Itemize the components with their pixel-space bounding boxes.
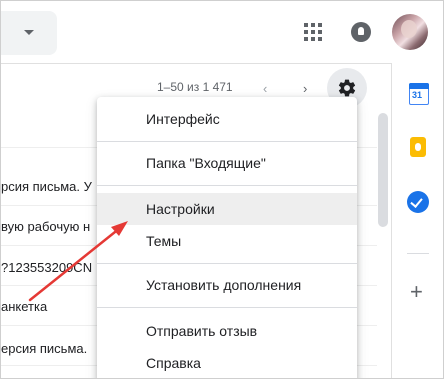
settings-menu: Интерфейс Папка "Входящие" Настройки Тем… [97,97,357,378]
tasks-icon[interactable] [407,191,429,213]
menu-item-label: Справка [146,355,201,371]
menu-divider [97,141,357,142]
scrollbar[interactable] [378,113,388,227]
email-snippet[interactable]: рсия письма. У [1,179,92,194]
chevron-left-icon[interactable]: ‹ [263,81,267,96]
side-panel: 31 + [391,63,443,378]
menu-item-themes[interactable]: Темы [97,225,357,257]
email-snippet[interactable]: вую рабочую н [1,219,90,234]
avatar[interactable] [392,14,428,50]
apps-grid-icon[interactable] [304,23,322,41]
menu-item-label: Настройки [146,201,215,217]
gear-icon [338,79,356,97]
email-snippet[interactable]: ?123553209CN [1,260,92,275]
menu-divider [97,185,357,186]
search-bar[interactable] [1,11,57,55]
calendar-icon[interactable]: 31 [409,83,429,105]
menu-item-label: Отправить отзыв [146,323,258,339]
bell-icon[interactable] [351,22,371,42]
caret-down-icon[interactable] [24,30,34,35]
pager-range: 1–50 из 1 471 [157,80,233,94]
menu-item-inbox-folder[interactable]: Папка "Входящие" [97,147,357,179]
menu-item-settings[interactable]: Настройки [97,193,357,225]
menu-item-interface[interactable]: Интерфейс [97,103,357,135]
menu-item-label: Установить дополнения [146,277,302,293]
menu-item-help[interactable]: Справка [97,347,357,378]
menu-item-label: Интерфейс [146,111,220,127]
menu-divider [97,307,357,308]
menu-item-install-addons[interactable]: Установить дополнения [97,269,357,301]
calendar-day: 31 [412,90,423,100]
menu-item-label: Темы [146,233,182,249]
email-snippet[interactable]: анкетка [1,299,47,314]
top-header [1,1,443,64]
side-divider [407,253,429,254]
menu-item-label: Папка "Входящие" [146,155,266,171]
menu-divider [97,263,357,264]
menu-item-send-feedback[interactable]: Отправить отзыв [97,315,357,347]
gmail-window: 1–50 из 1 471 ‹ › рсия письма. У вую раб… [0,0,444,379]
keep-icon[interactable] [410,137,426,157]
email-snippet[interactable]: ерсия письма. [1,341,87,356]
plus-icon[interactable]: + [410,281,423,303]
chevron-right-icon[interactable]: › [303,81,307,96]
